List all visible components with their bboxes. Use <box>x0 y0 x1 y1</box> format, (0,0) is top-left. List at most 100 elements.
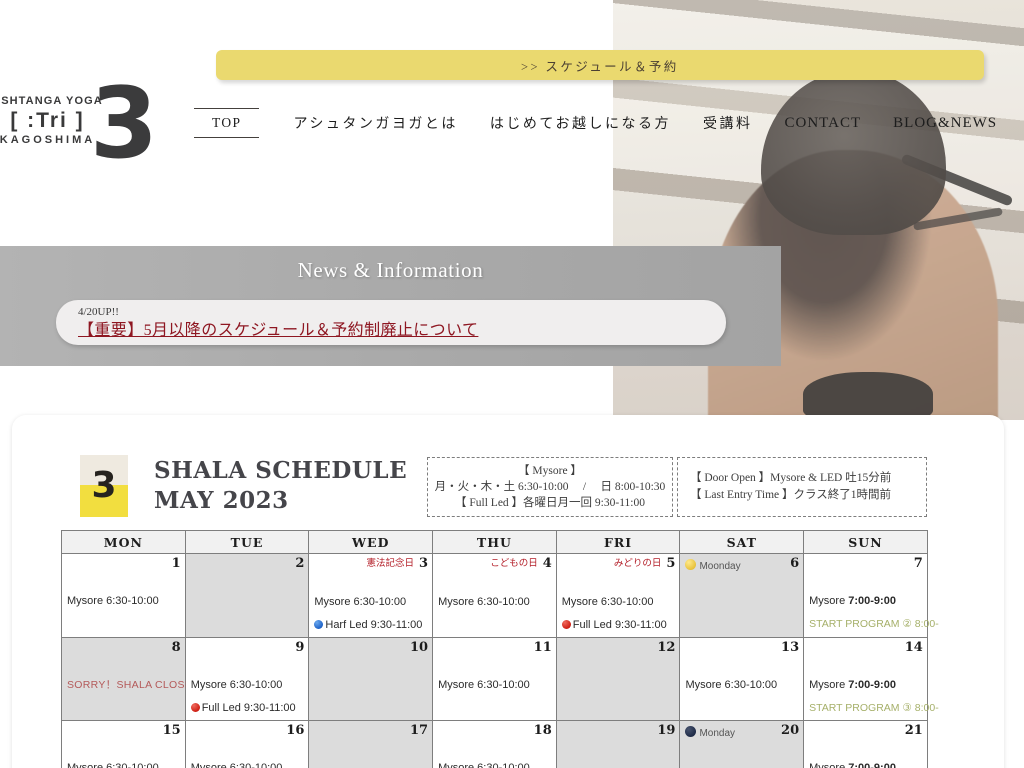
calendar-holiday-label: 憲法記念日 <box>366 559 415 569</box>
calendar-event: Mysore 6:30-10:00 <box>190 679 283 691</box>
info-door-line-2: 【 Last Entry Time 】クラス終了1時間前 <box>690 489 892 501</box>
schedule-title-line-2: MAY 2023 <box>154 487 289 514</box>
calendar-day-cell[interactable]: 6 Moonday <box>679 553 805 638</box>
calendar-day-number: 8 <box>171 640 181 655</box>
calendar-day-cell[interactable]: 17 <box>308 720 434 768</box>
calendar-day-cell[interactable]: 8 SORRY！SHALA CLOSE <box>61 637 193 721</box>
calendar-weekday-thu: THU <box>432 530 557 554</box>
calendar-weekday-mon: MON <box>61 530 186 554</box>
moon-phase-icon <box>685 726 697 737</box>
calendar-day-cell[interactable]: 14 Mysore 7:00-9:00 START PROGRAM ③ 8:00- <box>803 637 939 721</box>
calendar-day-cell[interactable]: 9 Mysore 6:30-10:00 Full Led 9:30-11:00 <box>184 637 310 721</box>
cta-label: >> スケジュール＆予約 <box>521 59 679 74</box>
calendar-day-cell[interactable]: 11 Mysore 6:30-10:00 <box>432 637 557 721</box>
news-heading: News & Information <box>297 258 484 282</box>
nav-item-contact[interactable]: CONTACT <box>769 115 878 132</box>
calendar-day-number: 20 <box>781 723 800 738</box>
calendar-day-number: 13 <box>781 640 800 655</box>
calendar-event: START PROGRAM ② 8:00- <box>809 618 939 630</box>
cta-button[interactable]: >> スケジュール＆予約 <box>216 50 984 80</box>
calendar-event: Mysore 7:00-9:00 <box>809 738 923 768</box>
calendar-header-row: MON TUE WED THU FRI SAT SUN <box>61 530 928 554</box>
lower-white-band <box>0 366 613 420</box>
info-mysore-line-1: 【 Mysore 】 <box>518 465 582 477</box>
schedule-title: SHALA SCHEDULE MAY 2023 <box>154 456 407 516</box>
calendar-day-cell[interactable]: 10 <box>308 637 434 721</box>
calendar-event-time: 7:00-9:00 <box>848 762 896 768</box>
calendar-day-cell[interactable]: 20 Monday <box>679 720 805 768</box>
calendar-day-cell[interactable]: 4 こどもの日 Mysore 6:30-10:00 <box>432 553 557 638</box>
calendar-day-cell[interactable]: 2 <box>184 553 310 638</box>
calendar-day-number: 19 <box>657 723 676 738</box>
nav-item-about-ashtanga[interactable]: アシュタンガヨガとは <box>277 113 473 133</box>
calendar-event-time: 7:00-9:00 <box>848 679 896 691</box>
info-mysore-line-2: 月・火・木・土 6:30-10:00 / 日 8:00-10:30 <box>434 481 666 493</box>
calendar-day-number: 1 <box>171 556 181 571</box>
calendar-day-cell[interactable]: 21Mysore 7:00-9:00START PROGRAM ④ 8:00- <box>803 720 928 768</box>
calendar-event: Full Led 9:30-11:00 <box>561 614 676 637</box>
calendar-day-cell[interactable]: 18Mysore 6:30-10:00Full Led 9:30-11:00 <box>432 720 557 768</box>
moon-phase-icon <box>685 559 697 570</box>
calendar-holiday-label: みどりの日 <box>613 559 662 569</box>
calendar-event: SORRY！SHALA CLOSE <box>67 679 193 691</box>
news-date: 4/20UP!! <box>78 306 119 318</box>
calendar-event: Mysore 6:30-10:00 <box>67 595 159 607</box>
calendar-day-number: 15 <box>162 723 181 738</box>
nav-item-top[interactable]: TOP <box>190 108 263 138</box>
calendar-event: Mysore 7:00-9:00 <box>809 595 896 607</box>
calendar-event: START PROGRAM ③ 8:00- <box>809 702 939 714</box>
calendar-day-number: 10 <box>409 640 429 655</box>
calendar-day-cell[interactable]: 1 Mysore 6:30-10:00 <box>61 553 186 638</box>
calendar-day-cell[interactable]: 3 憲法記念日 Mysore 6:30-10:00 Harf Led 9:30-11:… <box>308 553 434 638</box>
calendar-event: Mysore 6:30-10:00 <box>67 762 159 768</box>
calendar-event: Mysore 6:30-10:00 <box>438 596 530 608</box>
calendar-day-cell[interactable]: 19 <box>555 720 681 768</box>
nav-item-tuition[interactable]: 受講料 <box>687 113 769 133</box>
calendar-day-number: 11 <box>533 640 552 655</box>
calendar-event: Mysore 6:30-10:00 <box>438 762 530 768</box>
site-logo[interactable]: ASHTANGA YOGA [ :Tri ] KAGOSHIMA 3 <box>0 72 165 176</box>
calendar-event: Mysore 6:30-10:00 <box>685 679 778 691</box>
nav-item-materials[interactable]: 教材 <box>1013 113 1024 133</box>
calendar-weekday-sun: SUN <box>803 530 928 554</box>
calendar-day-cell[interactable]: 15 Mysore 6:30-10:00 <box>61 720 186 768</box>
calendar-weekday-tue: TUE <box>184 530 310 554</box>
calendar-day-cell[interactable]: 5 みどりの日 Mysore 6:30-10:00 Full Led 9:30-11:… <box>555 553 681 638</box>
calendar-weekday-sat: SAT <box>679 530 805 554</box>
calendar-day-number: 7 <box>913 556 923 571</box>
news-card[interactable]: 4/20UP!! 【重要】5月以降のスケジュール＆予約制廃止について <box>56 300 726 345</box>
logo-mark-icon: 3 <box>89 67 159 181</box>
nav-item-blog-news[interactable]: BLOG&NEWS <box>877 115 1013 132</box>
calendar-day-cell[interactable]: 12 <box>555 637 681 721</box>
calendar-week-row: 1 Mysore 6:30-10:00 2 3 憲法記念日 Mysore 6:30-10:… <box>61 553 939 638</box>
calendar-event: Mysore 6:30-10:00 <box>314 596 407 608</box>
info-box-door-open: 【 Door Open 】Mysore & LED 吐15分前 【 Last E… <box>677 457 927 517</box>
calendar-day-cell[interactable]: 13 Mysore 6:30-10:00 <box>679 637 805 721</box>
half-led-dot-icon <box>314 620 324 629</box>
calendar-event: Mysore 7:00-9:00 <box>809 679 896 691</box>
calendar-day-number: 17 <box>409 723 429 738</box>
info-mysore-line-3: 【 Full Led 】各曜日月一回 9:30-11:00 <box>455 497 645 509</box>
full-led-dot-icon <box>561 620 571 629</box>
calendar-weekday-wed: WED <box>308 530 434 554</box>
schedule-reservation-cta[interactable]: >> スケジュール＆予約 <box>216 50 984 80</box>
calendar-week-row: 8 SORRY！SHALA CLOSE 9 Mysore 6:30-10:00 Full… <box>61 637 939 721</box>
schedule-calendar: MON TUE WED THU FRI SAT SUN 1 Mysore 6:30-10:00… <box>61 530 939 768</box>
calendar-day-number: 4 <box>542 556 552 571</box>
calendar-event: Mysore 6:30-10:00 <box>561 596 654 608</box>
full-led-dot-icon <box>190 703 200 712</box>
moon-day-label: Moonday <box>699 561 741 572</box>
info-door-line-1: 【 Door Open 】Mysore & LED 吐15分前 <box>690 472 892 484</box>
calendar-day-cell[interactable]: 7 Mysore 7:00-9:00 START PROGRAM ② 8:00- <box>803 553 939 638</box>
news-link[interactable]: 【重要】5月以降のスケジュール＆予約制廃止について <box>78 320 478 342</box>
moon-day-label: Monday <box>699 728 736 739</box>
page-root: News & Information 4/20UP!! 【重要】5月以降のスケジ… <box>0 0 1024 768</box>
calendar-event: Mysore 6:30-10:00 <box>190 762 283 768</box>
calendar-day-cell[interactable]: 16 Mysore 6:30-10:00 <box>184 720 310 768</box>
calendar-day-number: 5 <box>666 556 676 571</box>
calendar-body: 1 Mysore 6:30-10:00 2 3 憲法記念日 Mysore 6:30-10:… <box>61 553 939 768</box>
schedule-badge-icon: 3 <box>80 455 128 517</box>
calendar-day-number: 6 <box>790 556 800 571</box>
calendar-event: Mysore 6:30-10:00 <box>438 679 530 691</box>
nav-item-first-visit[interactable]: はじめてお越しになる方 <box>474 113 687 133</box>
